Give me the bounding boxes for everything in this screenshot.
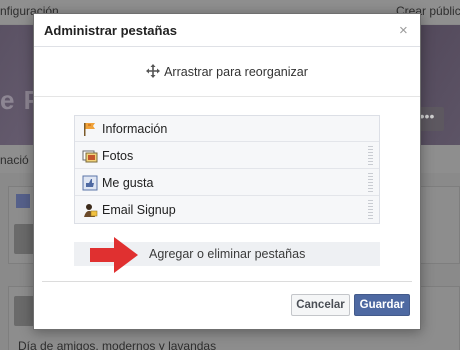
photos-icon [82,150,98,163]
page-info-text: nació [0,153,29,167]
drag-handle-icon[interactable] [368,200,373,220]
tab-label: Email Signup [102,203,176,217]
red-arrow-icon [90,237,138,273]
dialog-title: Administrar pestañas [44,23,177,38]
info-flag-icon [84,123,95,136]
tab-item-informacion[interactable]: Información [75,116,379,142]
manage-tabs-dialog: Administrar pestañas × Arrastrar para re… [33,13,421,330]
tab-label: Fotos [102,149,134,163]
drag-hint: Arrastrar para reorganizar [34,64,420,79]
post-text: Día de amigos, modernos y lavandas [18,339,217,350]
tab-item-me-gusta[interactable]: Me gusta [75,170,379,196]
pencil-icon [16,194,30,208]
tab-item-email-signup[interactable]: Email Signup [75,197,379,223]
tabs-list: Información Fotos Me gusta Email Signup [74,115,380,224]
add-remove-tabs-label: Agregar o eliminar pestañas [149,247,306,261]
drag-handle-icon[interactable] [368,173,373,193]
email-signup-icon [84,204,98,217]
save-button[interactable]: Guardar [354,294,410,316]
close-icon[interactable]: × [399,22,408,39]
tab-label: Información [102,122,168,136]
drag-hint-label: Arrastrar para reorganizar [164,65,308,79]
move-icon [146,64,161,78]
tab-item-fotos[interactable]: Fotos [75,143,379,169]
divider [42,281,412,282]
dialog-header: Administrar pestañas × [34,14,420,47]
divider [34,96,420,97]
cancel-button[interactable]: Cancelar [291,294,350,316]
tab-label: Me gusta [102,176,154,190]
likes-icon [82,175,98,191]
drag-handle-icon[interactable] [368,146,373,166]
